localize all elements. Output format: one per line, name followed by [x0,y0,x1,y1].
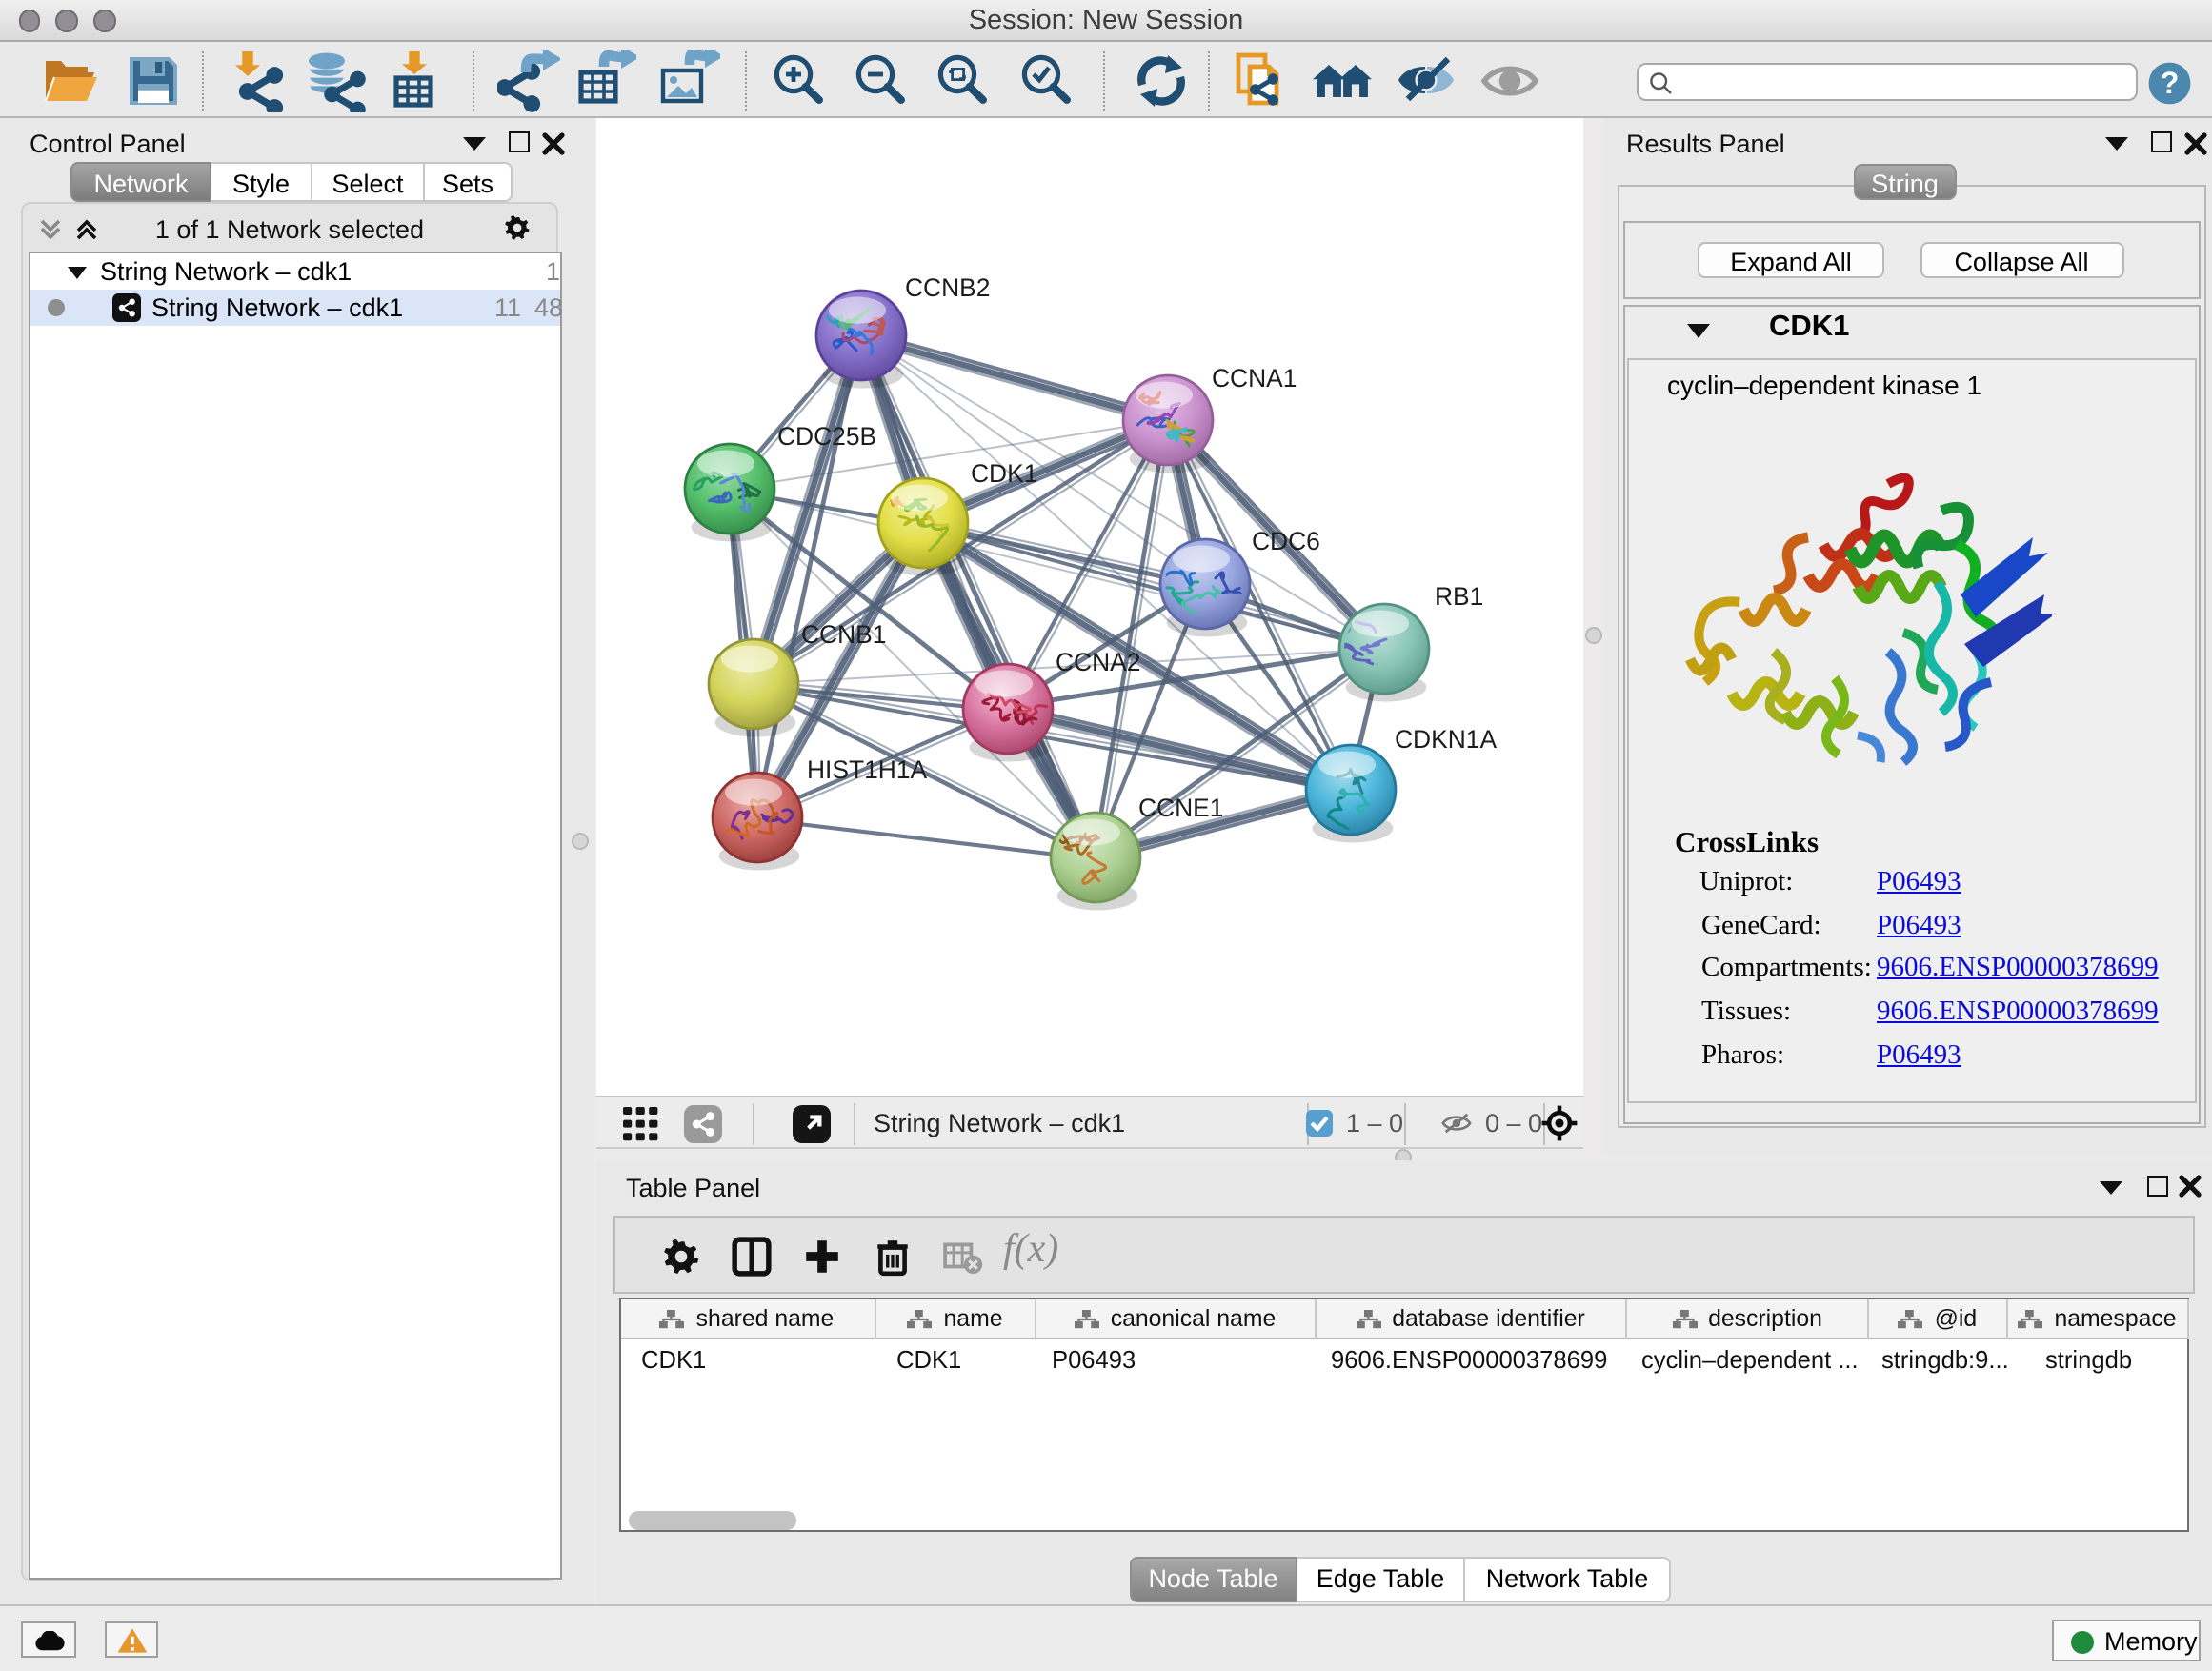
svg-text:CDC25B: CDC25B [776,422,875,451]
svg-text:HIST1H1A: HIST1H1A [806,755,927,784]
svg-text:?: ? [2160,65,2179,99]
svg-text:CDK1: CDK1 [970,459,1036,488]
svg-text:CDC6: CDC6 [1251,527,1319,555]
svg-text:RB1: RB1 [1434,582,1482,611]
svg-text:CCNB1: CCNB1 [800,620,885,649]
svg-text:CCNE1: CCNE1 [1137,794,1222,822]
svg-text:CCNA2: CCNA2 [1055,648,1139,676]
svg-text:CCNA1: CCNA1 [1211,364,1296,393]
svg-text:CCNB2: CCNB2 [904,273,989,302]
svg-text:CDKN1A: CDKN1A [1394,725,1496,754]
